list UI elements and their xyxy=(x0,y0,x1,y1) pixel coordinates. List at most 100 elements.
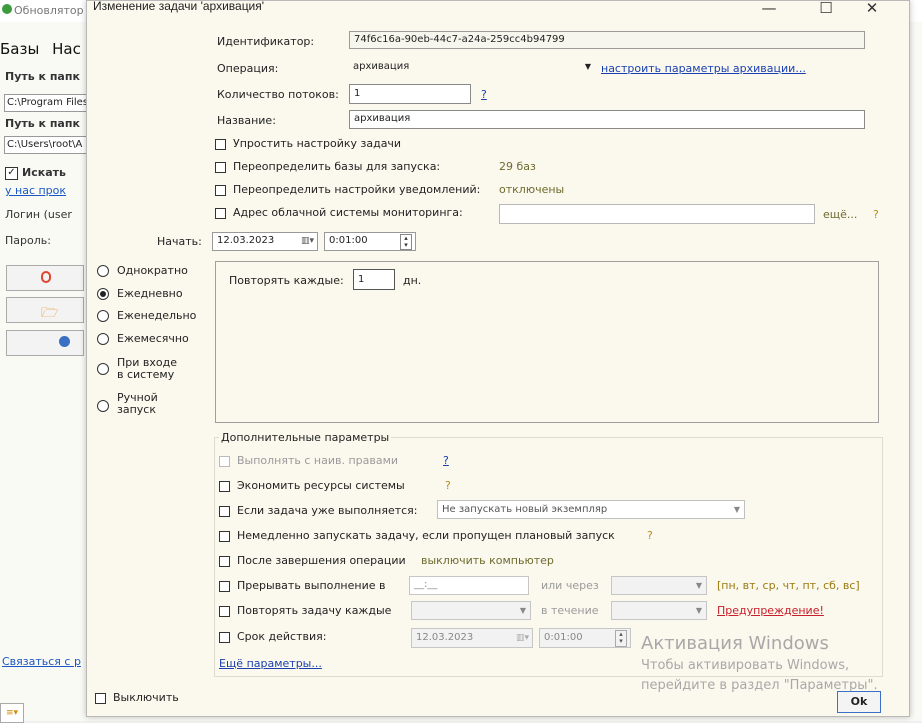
start-time-spinner[interactable]: 0:01:00 ▴ ▾ xyxy=(324,232,416,251)
simplify-label: Упростить настройку задачи xyxy=(233,137,402,150)
ok-button[interactable]: Ok xyxy=(837,691,881,713)
tab-settings[interactable]: Нас xyxy=(52,40,81,58)
interrupt-checkbox[interactable] xyxy=(219,581,230,592)
repeat-every-label: Повторять каждые: xyxy=(229,274,344,287)
operation-label: Операция: xyxy=(217,62,279,75)
if-running-label: Если задача уже выполняется: xyxy=(237,504,418,517)
chevron-down-icon: ▼ xyxy=(695,581,702,590)
run-missed-label: Немедленно запускать задачу, если пропущ… xyxy=(237,529,615,542)
cloud-monitoring-label: Адрес облачной системы мониторинга: xyxy=(233,206,463,219)
close-button[interactable]: ✕ xyxy=(852,0,892,19)
repeat-task-interval-select[interactable]: ▼ xyxy=(411,601,531,620)
path-field-1[interactable]: C:\Program Files xyxy=(4,94,93,112)
if-running-select[interactable]: Не запускать новый экземпляр ▼ xyxy=(437,500,745,519)
after-complete-value[interactable]: выключить компьютер xyxy=(421,554,554,567)
after-complete-label: После завершения операции xyxy=(237,554,406,567)
radio-manual[interactable] xyxy=(97,400,109,412)
additional-params-title: Дополнительные параметры xyxy=(219,431,392,444)
save-resources-help[interactable]: ? xyxy=(445,479,451,492)
cloud-monitoring-field[interactable] xyxy=(499,204,815,224)
operation-select[interactable]: архивация ▼ xyxy=(349,58,595,76)
calendar-dropdown-icon: ▥▾ xyxy=(300,236,314,246)
threads-label: Количество потоков: xyxy=(217,88,339,101)
repeat-task-checkbox[interactable] xyxy=(219,606,230,617)
radio-weekly-label: Еженедельно xyxy=(117,309,197,322)
spinner-arrows-icon: ▴ ▾ xyxy=(615,630,627,647)
radio-once-label: Однократно xyxy=(117,264,188,277)
threads-help-link[interactable]: ? xyxy=(481,88,487,101)
cloud-more-link[interactable]: ещё... xyxy=(823,208,857,221)
override-notify-checkbox[interactable] xyxy=(215,185,226,196)
start-date-value: 12.03.2023 xyxy=(217,235,275,246)
path-label-1: Путь к папк xyxy=(5,70,80,83)
override-bases-checkbox[interactable] xyxy=(215,162,226,173)
activation-watermark-title: Активация Windows xyxy=(641,633,829,654)
radio-on-logon[interactable] xyxy=(97,363,109,375)
disable-task-checkbox[interactable] xyxy=(95,693,106,704)
maximize-button[interactable]: ☐ xyxy=(806,0,846,19)
password-label: Пароль: xyxy=(5,234,51,247)
radio-monthly[interactable] xyxy=(97,333,109,345)
expiry-checkbox[interactable] xyxy=(219,632,230,643)
after-complete-checkbox[interactable] xyxy=(219,556,230,567)
chevron-down-icon: ▼ xyxy=(584,62,591,71)
radio-weekly[interactable] xyxy=(97,310,109,322)
name-field[interactable]: архивация xyxy=(349,110,865,129)
run-elevated-checkbox[interactable] xyxy=(219,456,230,467)
radio-daily[interactable] xyxy=(97,288,109,300)
repeat-every-field[interactable]: 1 xyxy=(353,269,395,290)
threads-field[interactable]: 1 xyxy=(349,84,471,104)
stop-button[interactable] xyxy=(6,265,84,291)
interrupt-duration-select[interactable]: ▼ xyxy=(611,576,707,595)
interrupt-days-link[interactable]: [пн, вт, ср, чт, пт, сб, вс] xyxy=(717,579,860,592)
edit-task-dialog: Изменение задачи 'архивация' — ☐ ✕ Идент… xyxy=(86,0,910,717)
chevron-down-icon: ▼ xyxy=(519,606,526,615)
interrupt-time-field[interactable]: __:__ xyxy=(409,576,529,595)
radio-once[interactable] xyxy=(97,265,109,277)
contact-link[interactable]: Связаться с р xyxy=(2,655,81,668)
dialog-title: Изменение задачи 'архивация' xyxy=(93,0,265,13)
override-notify-value: отключены xyxy=(499,183,565,196)
if-running-checkbox[interactable] xyxy=(219,506,230,517)
radio-daily-label: Ежедневно xyxy=(117,287,183,300)
simplify-checkbox[interactable] xyxy=(215,139,226,150)
identifier-label: Идентификатор: xyxy=(217,35,315,48)
warning-link[interactable]: Предупреждение! xyxy=(717,604,824,617)
our-link[interactable]: у нас прок xyxy=(5,184,66,197)
cloud-help-link[interactable]: ? xyxy=(873,208,879,221)
if-running-value: Не запускать новый экземпляр xyxy=(442,504,608,515)
repeat-task-during-select[interactable]: ▼ xyxy=(611,601,707,620)
login-label: Логин (user xyxy=(5,208,72,221)
radio-manual-label: Ручной запуск xyxy=(117,391,158,416)
run-missed-help[interactable]: ? xyxy=(647,529,653,542)
cloud-monitoring-checkbox[interactable] xyxy=(215,208,226,219)
override-bases-value: 29 баз xyxy=(499,160,536,173)
minimize-button[interactable]: — xyxy=(749,0,789,19)
configure-archive-link[interactable]: настроить параметры архивации... xyxy=(601,62,806,75)
run-missed-checkbox[interactable] xyxy=(219,531,230,542)
save-resources-label: Экономить ресурсы системы xyxy=(237,479,405,492)
expiry-date-picker[interactable]: 12.03.2023 ▥▾ xyxy=(411,628,533,648)
open-folder-button[interactable]: 🗁 xyxy=(6,297,84,323)
dialog-title-bar: Изменение задачи 'архивация' — ☐ ✕ xyxy=(87,0,909,21)
start-date-picker[interactable]: 12.03.2023 ▥▾ xyxy=(212,232,318,251)
expiry-time-spinner[interactable]: 0:01:00 ▴ ▾ xyxy=(539,628,631,648)
search-checkbox[interactable]: ✓ xyxy=(5,167,18,180)
tab-bases[interactable]: Базы xyxy=(0,40,39,58)
background-tabs[interactable]: Базы Нас xyxy=(0,40,81,58)
path-label-2: Путь к папк xyxy=(5,117,80,130)
folder-icon: 🗁 xyxy=(41,305,59,321)
gear-icon xyxy=(59,336,70,347)
settings-button[interactable] xyxy=(6,330,84,356)
path-field-2[interactable]: C:\Users\root\A xyxy=(4,136,93,154)
menu-icon[interactable]: ≡▾ xyxy=(0,703,24,723)
spinner-arrows-icon: ▴ ▾ xyxy=(400,234,412,250)
chevron-down-icon: ▼ xyxy=(733,505,740,514)
activation-watermark-line2: Чтобы активировать Windows, xyxy=(641,658,850,673)
more-params-link[interactable]: Ещё параметры... xyxy=(219,657,322,670)
search-label: Искать xyxy=(22,166,66,179)
run-elevated-help-link[interactable]: ? xyxy=(443,454,449,467)
app-logo-icon xyxy=(2,4,12,14)
identifier-field[interactable]: 74f6c16a-90eb-44c7-a24a-259cc4b94799 xyxy=(349,31,865,49)
save-resources-checkbox[interactable] xyxy=(219,481,230,492)
